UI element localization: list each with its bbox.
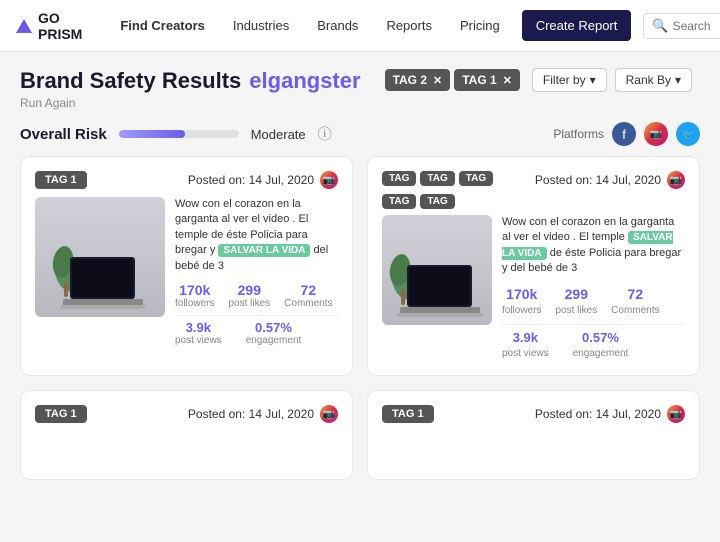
logo-text: GO PRISM [38, 10, 82, 42]
card-1-comments: 72 Comments [284, 282, 332, 309]
bottom-card-1-tag: TAG 1 [35, 405, 87, 423]
header: GO PRISM Find Creators Industries Brands… [0, 0, 720, 52]
card-1-followers: 170k followers [175, 282, 214, 309]
card-2-image [382, 215, 492, 325]
card-1-text-area: Wow con el corazon en la garganta al ver… [175, 197, 338, 346]
card-1-highlight: SALVAR LA VIDA [218, 244, 310, 257]
card-1-desc: Wow con el corazon en la garganta al ver… [175, 197, 338, 274]
card-1-stats-row2: 3.9k post views 0.57% engagement [175, 315, 338, 346]
tag2-pill[interactable]: TAG 2 ✕ [385, 69, 451, 91]
bottom-card-2-ig-icon: 📷 [667, 405, 685, 423]
bottom-card-2: TAG 1 Posted on: 14 Jul, 2020 📷 [367, 390, 700, 480]
bottom-card-1: TAG 1 Posted on: 14 Jul, 2020 📷 [20, 390, 353, 480]
facebook-platform-icon[interactable]: f [612, 122, 636, 146]
card-1-post-views: 3.9k post views [175, 320, 222, 346]
search-box[interactable]: 🔍 [643, 13, 720, 39]
platforms-area: Platforms f 📷 🐦 [553, 122, 700, 146]
card-2-date: Posted on: 14 Jul, 2020 📷 [535, 171, 685, 189]
bottom-card-1-top: TAG 1 Posted on: 14 Jul, 2020 📷 [35, 405, 338, 423]
card-2-post-views: 3.9k post views [502, 329, 549, 361]
search-input[interactable] [673, 19, 720, 33]
card-1-image [35, 197, 165, 317]
bottom-card-2-date: Posted on: 14 Jul, 2020 📷 [535, 405, 685, 423]
search-icon: 🔍 [652, 18, 668, 34]
card-2-post-likes: 299 post likes [555, 285, 597, 319]
card-1-body: Wow con el corazon en la garganta al ver… [35, 197, 338, 346]
card-2-engagement: 0.57% engagement [573, 329, 629, 361]
card-1-date: Posted on: 14 Jul, 2020 📷 [188, 171, 338, 189]
logo-triangle-icon [16, 19, 32, 33]
card-2-followers: 170k followers [502, 285, 541, 319]
card-2-tags-top: TAG TAG TAG [382, 171, 493, 186]
rank-button[interactable]: Rank By ▾ [615, 68, 692, 92]
card-2: TAG TAG TAG Posted on: 14 Jul, 2020 📷 TA… [367, 156, 700, 376]
bottom-cards-grid: TAG 1 Posted on: 14 Jul, 2020 📷 TAG 1 Po… [20, 390, 700, 480]
card-2-stats: 170k followers 299 post likes 72 Comment… [502, 285, 685, 319]
card-1-engagement: 0.57% engagement [246, 320, 302, 346]
card-2-stats-row2: 3.9k post views 0.57% engagement [502, 324, 685, 361]
card-2-tags-row2: TAG TAG [382, 194, 685, 209]
risk-bar-track [119, 130, 239, 138]
logo: GO PRISM [16, 10, 82, 42]
rank-chevron-icon: ▾ [675, 73, 681, 87]
page-content: Brand Safety Results elgangster TAG 2 ✕ … [0, 52, 720, 542]
card-2-tag-e: TAG [420, 194, 454, 209]
filter-button[interactable]: Filter by ▾ [532, 68, 607, 92]
bottom-card-1-ig-icon: 📷 [320, 405, 338, 423]
nav-industries[interactable]: Industries [219, 12, 303, 39]
cards-grid: TAG 1 Posted on: 14 Jul, 2020 📷 [20, 156, 700, 376]
twitter-platform-icon[interactable]: 🐦 [676, 122, 700, 146]
nav-reports[interactable]: Reports [372, 12, 446, 39]
bottom-card-2-top: TAG 1 Posted on: 14 Jul, 2020 📷 [382, 405, 685, 423]
card-2-tag-d: TAG [382, 194, 416, 209]
card-1: TAG 1 Posted on: 14 Jul, 2020 📷 [20, 156, 353, 376]
risk-bar-fill [119, 130, 185, 138]
nav-brands[interactable]: Brands [303, 12, 372, 39]
risk-moderate-label: Moderate [251, 127, 306, 142]
info-icon[interactable]: ⓘ [318, 124, 332, 144]
tag1-remove[interactable]: ✕ [503, 74, 512, 87]
username-tag: elgangster [249, 68, 360, 94]
nav-find-creators[interactable]: Find Creators [106, 12, 219, 39]
card-1-ig-icon: 📷 [320, 171, 338, 189]
create-report-button[interactable]: Create Report [522, 10, 632, 41]
card-2-comments: 72 Comments [611, 285, 659, 319]
card-2-tag-c: TAG [459, 171, 493, 186]
page-title: Brand Safety Results [20, 68, 241, 94]
filter-chevron-icon: ▾ [590, 73, 596, 87]
card-1-post-likes: 299 post likes [228, 282, 270, 309]
instagram-platform-icon[interactable]: 📷 [644, 122, 668, 146]
card-2-body: Wow con el corazon en la garganta al ver… [382, 215, 685, 361]
tag1-pill[interactable]: TAG 1 ✕ [454, 69, 520, 91]
card-1-stats: 170k followers 299 post likes 72 Comment… [175, 282, 338, 309]
platforms-label: Platforms [553, 127, 604, 141]
tag2-remove[interactable]: ✕ [433, 74, 442, 87]
card-1-top: TAG 1 Posted on: 14 Jul, 2020 📷 [35, 171, 338, 189]
risk-label: Overall Risk [20, 126, 107, 143]
risk-bar-area: Overall Risk Moderate ⓘ Platforms f 📷 🐦 [20, 122, 700, 146]
card-2-ig-icon: 📷 [667, 171, 685, 189]
nav-pricing[interactable]: Pricing [446, 12, 514, 39]
card-1-tag: TAG 1 [35, 171, 87, 189]
card-2-desc: Wow con el corazon en la garganta al ver… [502, 215, 685, 277]
card-2-text-area: Wow con el corazon en la garganta al ver… [502, 215, 685, 361]
card-2-tag-a: TAG [382, 171, 416, 186]
bottom-card-1-date: Posted on: 14 Jul, 2020 📷 [188, 405, 338, 423]
nav: Find Creators Industries Brands Reports … [106, 10, 720, 41]
run-again-link[interactable]: Run Again [20, 96, 700, 110]
bottom-card-2-tag: TAG 1 [382, 405, 434, 423]
card-2-tag-b: TAG [420, 171, 454, 186]
